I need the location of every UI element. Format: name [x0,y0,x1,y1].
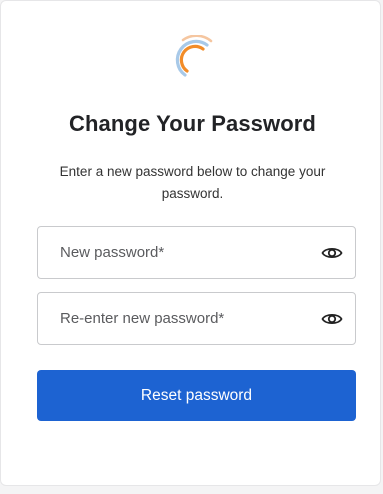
brand-logo-icon [171,34,219,83]
confirm-password-input[interactable] [60,293,310,344]
confirm-password-field[interactable] [37,292,356,345]
new-password-field[interactable] [37,226,356,279]
new-password-input[interactable] [60,227,310,278]
change-password-card: Change Your Password Enter a new passwor… [0,0,381,486]
page-title: Change Your Password [69,111,316,136]
page-description: Enter a new password below to change you… [59,164,326,201]
reset-password-button[interactable]: Reset password [37,370,356,421]
eye-icon[interactable] [321,243,343,263]
eye-icon[interactable] [321,309,343,329]
